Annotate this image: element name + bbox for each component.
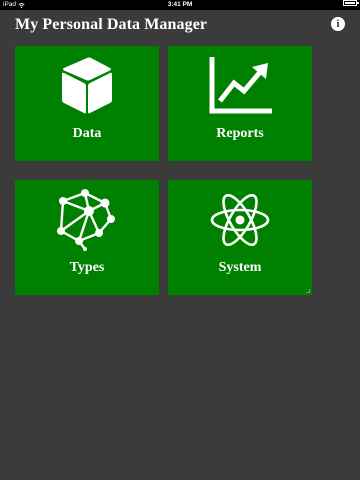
resize-corner xyxy=(306,289,310,293)
battery-indicator xyxy=(343,0,359,6)
tile-system[interactable]: System xyxy=(168,180,312,295)
line-chart-icon xyxy=(209,57,272,114)
tile-label-types: Types xyxy=(69,260,105,275)
battery-icon xyxy=(343,0,359,6)
status-time: 3:41 PM xyxy=(167,1,193,8)
battery-level xyxy=(345,2,355,4)
atom-icon xyxy=(210,193,270,247)
status-bar: iPad 3:41 PM xyxy=(0,0,360,10)
tile-label-system: System xyxy=(218,260,262,275)
tile-data[interactable]: Data xyxy=(15,46,159,161)
info-icon: i xyxy=(336,18,340,30)
cube-icon xyxy=(62,57,112,114)
page-title: My Personal Data Manager xyxy=(15,16,208,33)
tile-label-data: Data xyxy=(72,126,102,141)
molecule-structure-icon xyxy=(57,189,115,251)
tile-label-reports: Reports xyxy=(216,126,264,141)
tile-reports[interactable]: Reports xyxy=(168,46,312,161)
info-button[interactable]: i xyxy=(331,17,345,31)
tile-types[interactable]: Types xyxy=(15,180,159,295)
